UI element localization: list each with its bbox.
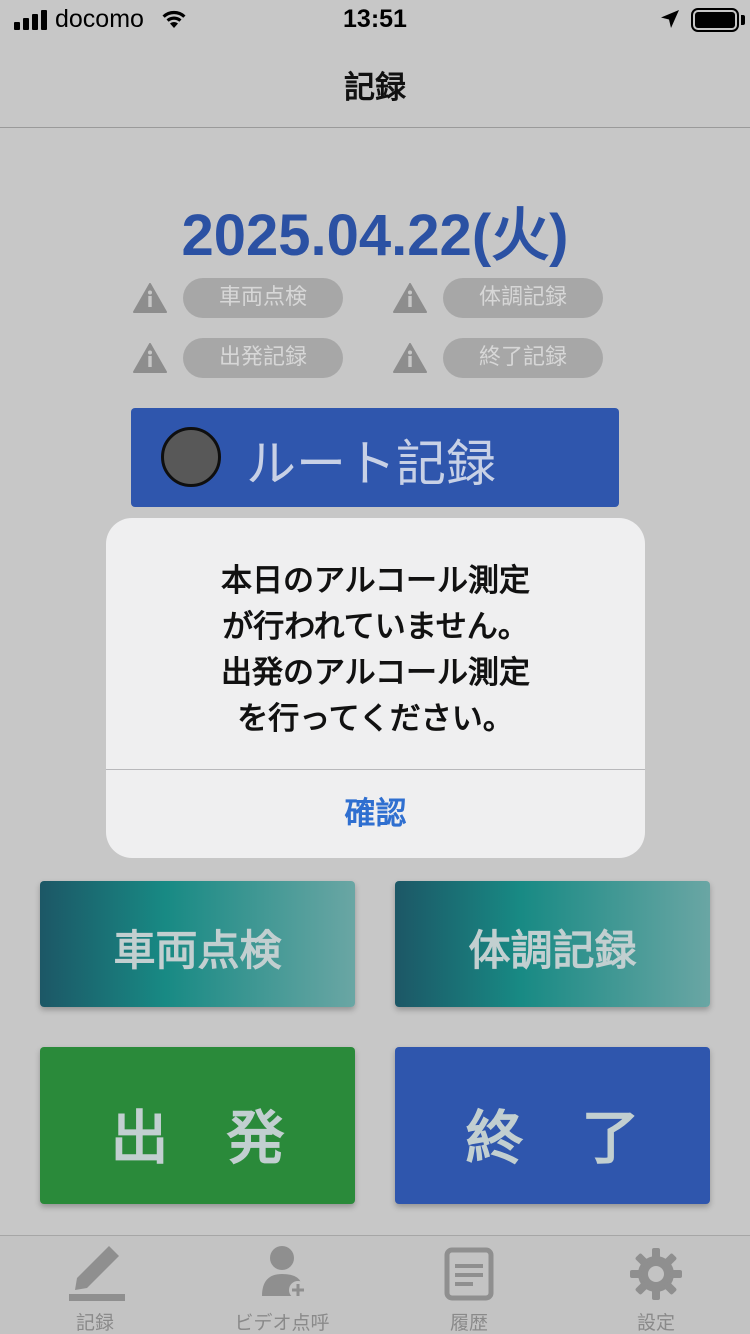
depart-button[interactable]: 出 発 <box>40 1047 355 1204</box>
tab-settings[interactable]: 設定 <box>586 1244 726 1334</box>
location-arrow-icon <box>661 10 679 28</box>
status-pill: 体調記録 <box>443 278 603 318</box>
alert-line: 出発のアルコール測定 <box>220 655 531 691</box>
tab-history[interactable]: 履歴 <box>399 1244 539 1334</box>
pencil-icon <box>69 1246 125 1301</box>
vehicle-check-label: 車両点検 <box>113 926 282 975</box>
health-record-label: 体調記録 <box>468 926 637 975</box>
alert-message: 本日のアルコール測定 が行われていません。 出発のアルコール測定 を行ってくださ… <box>106 558 645 742</box>
tab-label: 履歴 <box>449 1312 488 1334</box>
warning-icon <box>133 283 167 313</box>
tab-label: ビデオ点呼 <box>234 1312 330 1334</box>
tab-bar: 記録 ビデオ点呼 履歴 設定 <box>0 1235 750 1334</box>
date-label: 2025.04.22(火) <box>181 203 569 268</box>
tab-label: 記録 <box>75 1312 114 1334</box>
alert-dialog: 本日のアルコール測定 が行われていません。 出発のアルコール測定 を行ってくださ… <box>106 518 645 858</box>
route-record-button[interactable]: ルート記録 <box>131 408 619 507</box>
gear-icon <box>630 1248 682 1300</box>
tab-label: 設定 <box>636 1312 675 1334</box>
person-video-icon <box>262 1246 307 1299</box>
nav-divider <box>0 127 750 128</box>
warning-icon <box>393 283 427 313</box>
battery-cap <box>741 15 745 25</box>
tab-video-rollcall[interactable]: ビデオ点呼 <box>212 1244 352 1334</box>
warning-icon <box>393 343 427 373</box>
confirm-button[interactable]: 確認 <box>106 770 645 858</box>
status-pill: 車両点検 <box>183 278 343 318</box>
alert-line: 本日のアルコール測定 <box>220 563 531 599</box>
status-bar: docomo 13:51 <box>0 0 750 40</box>
depart-label: 出 発 <box>110 1104 285 1172</box>
status-pill: 出発記録 <box>183 338 343 378</box>
alert-line: が行われていません。 <box>222 609 529 645</box>
page-title: 記録 <box>344 70 406 106</box>
tab-record[interactable]: 記録 <box>25 1244 165 1334</box>
battery-icon <box>691 8 739 32</box>
warning-icon <box>133 343 167 373</box>
vehicle-check-button[interactable]: 車両点検 <box>40 881 355 1007</box>
alert-line: を行ってください。 <box>237 701 514 737</box>
finish-button[interactable]: 終 了 <box>395 1047 710 1204</box>
status-pill: 終了記録 <box>443 338 603 378</box>
clock: 13:51 <box>343 5 407 33</box>
health-record-button[interactable]: 体調記録 <box>395 881 710 1007</box>
record-indicator-icon <box>161 427 221 487</box>
history-icon <box>444 1247 494 1301</box>
route-record-label: ルート記録 <box>246 435 496 493</box>
finish-label: 終 了 <box>465 1104 640 1172</box>
